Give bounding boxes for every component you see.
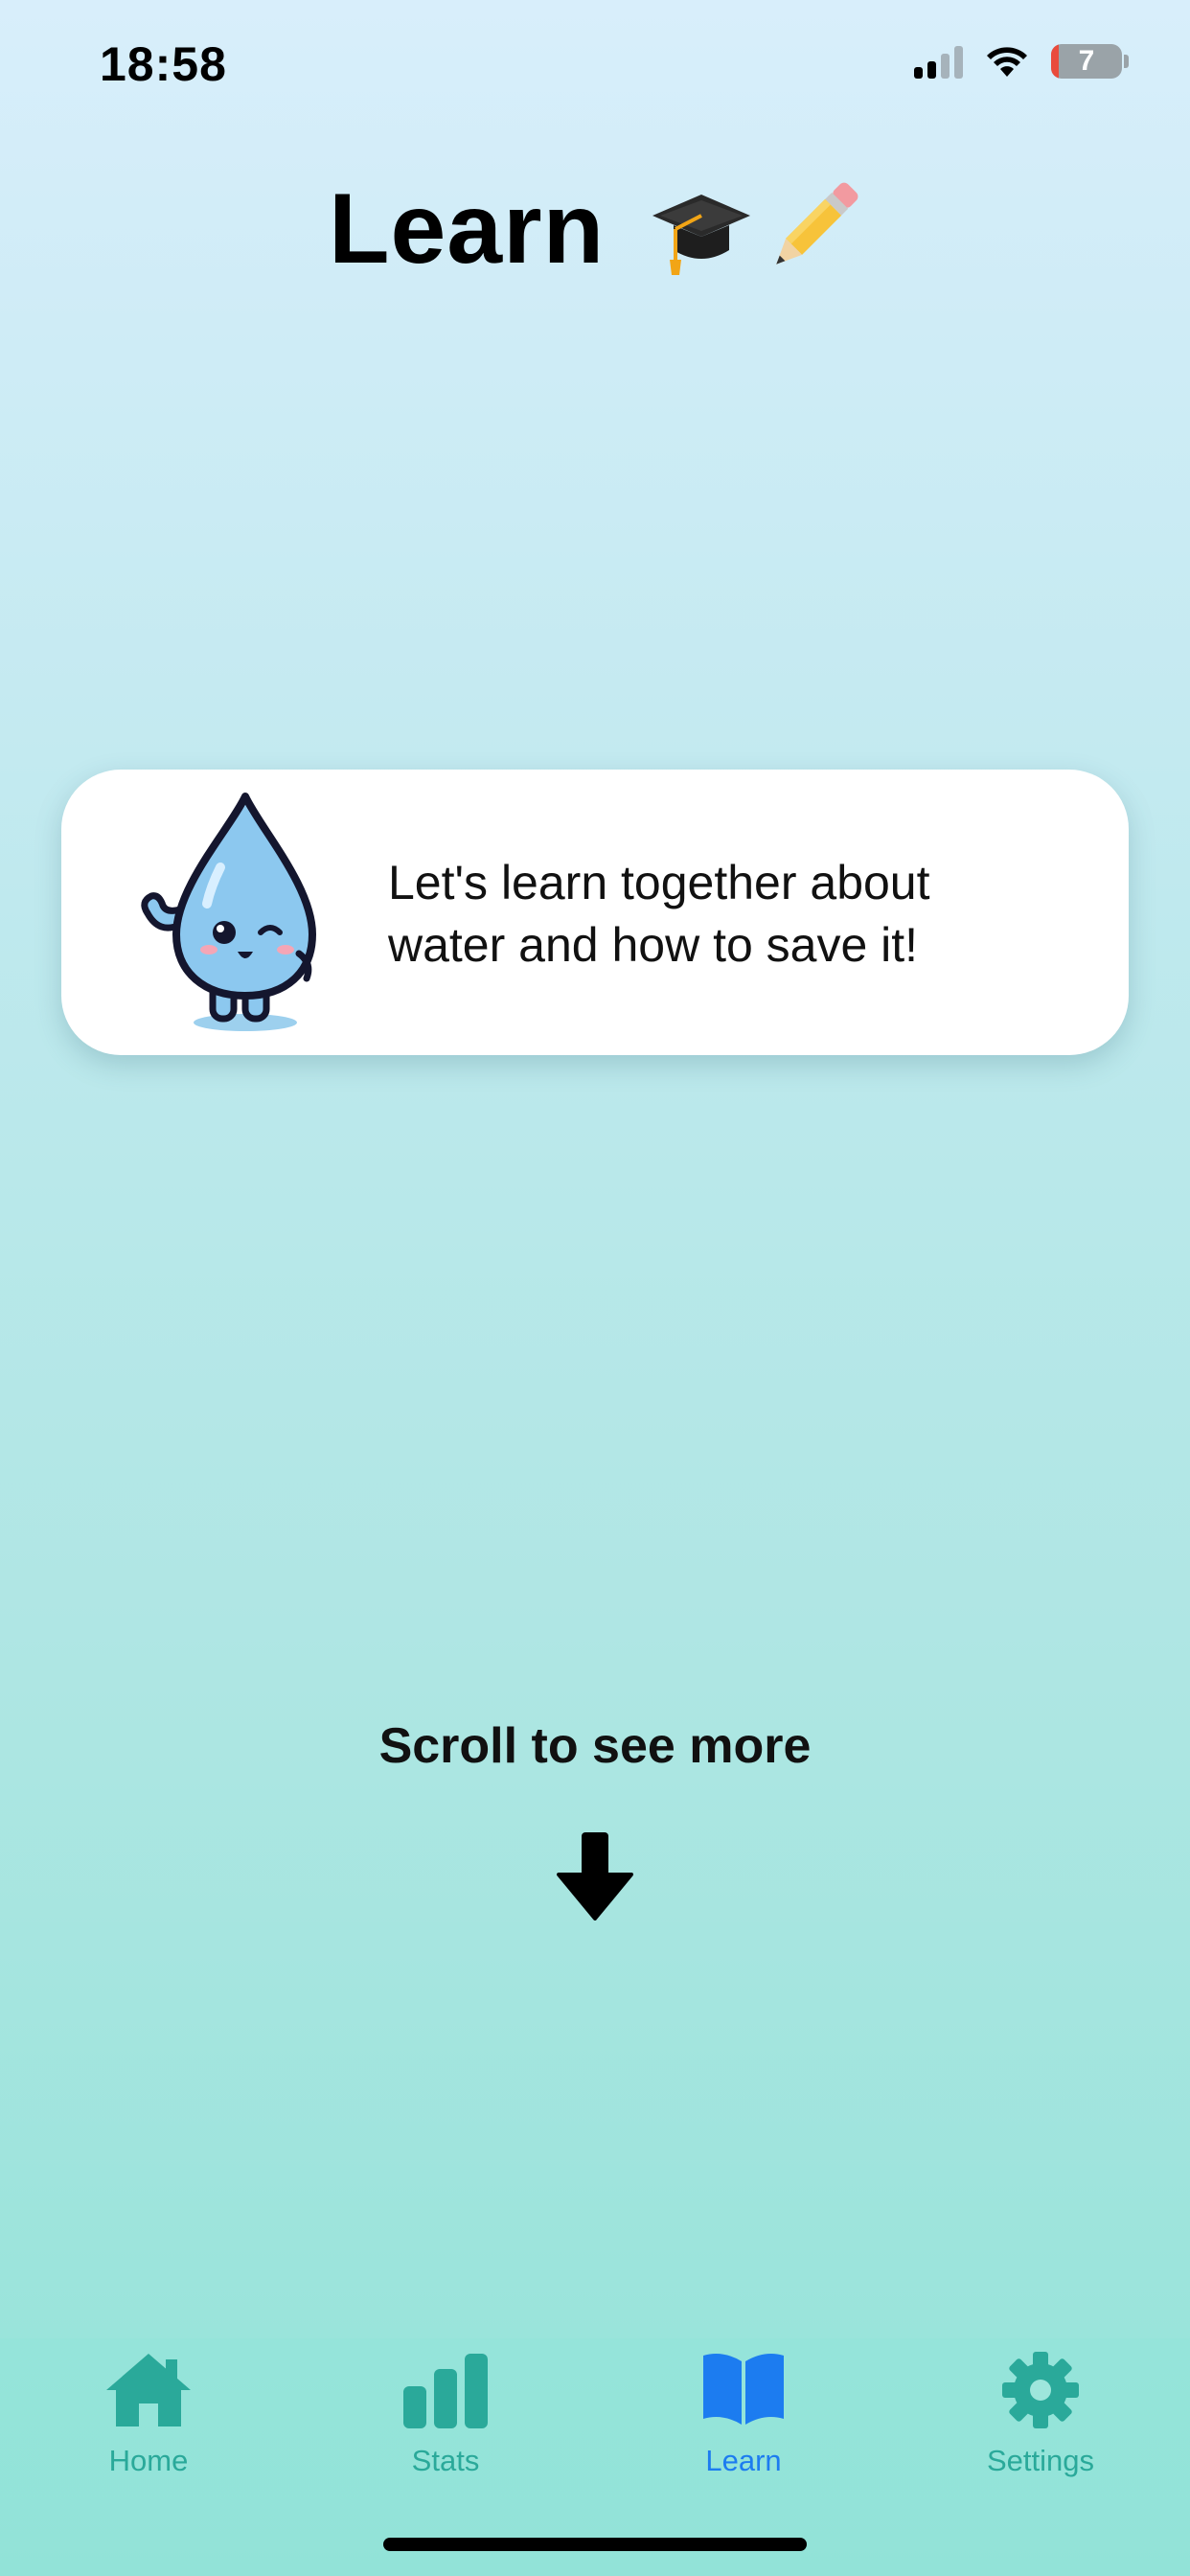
tab-home-label: Home xyxy=(108,2444,189,2477)
battery-icon: 7 xyxy=(1051,44,1122,79)
status-icons: 7 xyxy=(914,44,1129,79)
water-drop-mascot-icon xyxy=(141,793,316,1031)
intro-message: Let's learn together about water and how… xyxy=(388,856,930,972)
cellular-signal-icon xyxy=(914,44,963,79)
down-arrow-icon xyxy=(557,1832,633,1920)
tab-stats-label: Stats xyxy=(411,2444,480,2477)
tab-learn-label: Learn xyxy=(705,2444,782,2477)
tab-settings-label: Settings xyxy=(986,2444,1094,2477)
graduation-cap-icon xyxy=(652,194,751,275)
tab-stats[interactable]: Stats xyxy=(350,2338,541,2501)
page-title: Learn xyxy=(0,172,1190,287)
gear-icon xyxy=(1002,2352,1079,2428)
tab-learn[interactable]: Learn xyxy=(648,2338,839,2501)
tab-home[interactable]: Home xyxy=(53,2338,244,2501)
book-icon xyxy=(703,2354,784,2425)
battery-level: 7 xyxy=(1078,45,1095,77)
pencil-icon xyxy=(776,182,858,264)
home-indicator[interactable] xyxy=(383,2538,807,2551)
house-icon xyxy=(106,2354,191,2426)
intro-card: Let's learn together about water and how… xyxy=(61,770,1129,1055)
tab-settings[interactable]: Settings xyxy=(945,2338,1136,2501)
page-title-text: Learn xyxy=(328,173,606,285)
title-emoji-group xyxy=(651,179,861,279)
scroll-hint-label: Scroll to see more xyxy=(378,1718,812,1774)
wifi-icon xyxy=(987,47,1027,77)
status-time: 18:58 xyxy=(100,37,227,91)
bar-chart-icon xyxy=(403,2354,488,2428)
status-bar: 18:58 7 xyxy=(0,0,1190,134)
